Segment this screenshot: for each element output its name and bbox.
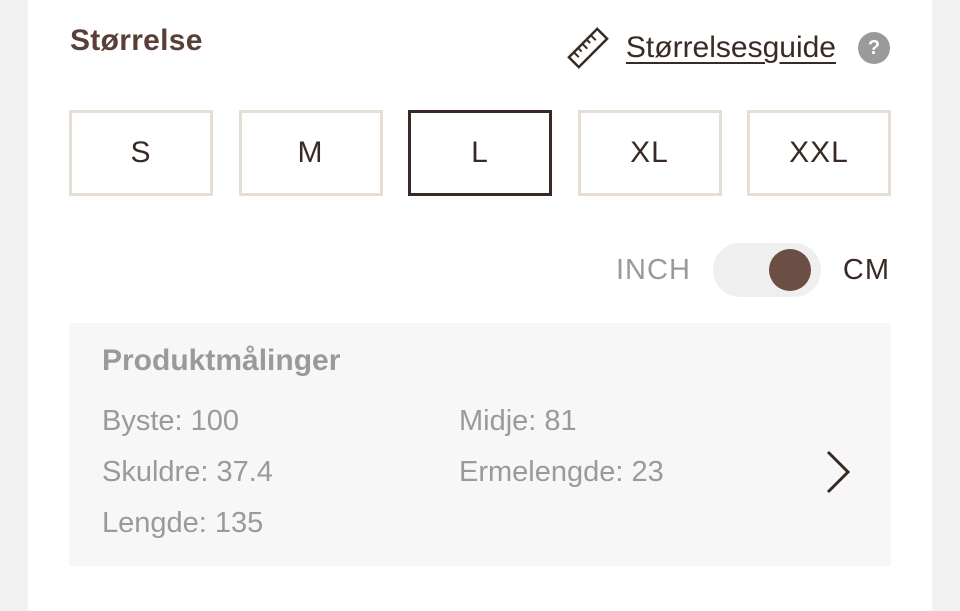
size-option-xxl[interactable]: XXL	[747, 110, 891, 196]
measurement-length: Lengde: 135	[102, 507, 264, 539]
size-options: S M L XL XXL	[69, 110, 891, 196]
measurement-bust: Byste: 100	[102, 405, 240, 437]
measurement-shoulders: Skuldre: 37.4	[102, 456, 273, 488]
size-option-s[interactable]: S	[69, 110, 213, 196]
measurement-sleeve-length: Ermelengde: 23	[459, 456, 664, 488]
product-measurements-card[interactable]: Produktmålinger Byste: 100 Midje: 81 Sku…	[69, 323, 891, 566]
size-heading: Størrelse	[70, 24, 203, 57]
size-option-xl[interactable]: XL	[577, 110, 722, 196]
unit-label-cm[interactable]: CM	[843, 254, 890, 287]
measurement-waist: Midje: 81	[459, 405, 577, 437]
question-circle-icon[interactable]: ?	[858, 32, 890, 64]
chevron-right-icon[interactable]	[823, 448, 853, 496]
toggle-knob	[768, 249, 811, 291]
size-option-l[interactable]: L	[408, 110, 552, 196]
unit-label-inch[interactable]: INCH	[616, 254, 691, 287]
size-guide: Størrelsesguide ?	[566, 26, 890, 70]
ruler-icon[interactable]	[566, 26, 610, 70]
size-guide-link[interactable]: Størrelsesguide	[626, 31, 836, 65]
measurements-title: Produktmålinger	[102, 344, 341, 377]
unit-toggle[interactable]	[712, 243, 821, 297]
size-option-m[interactable]: M	[238, 110, 383, 196]
unit-switch-row: INCH CM	[616, 242, 890, 298]
